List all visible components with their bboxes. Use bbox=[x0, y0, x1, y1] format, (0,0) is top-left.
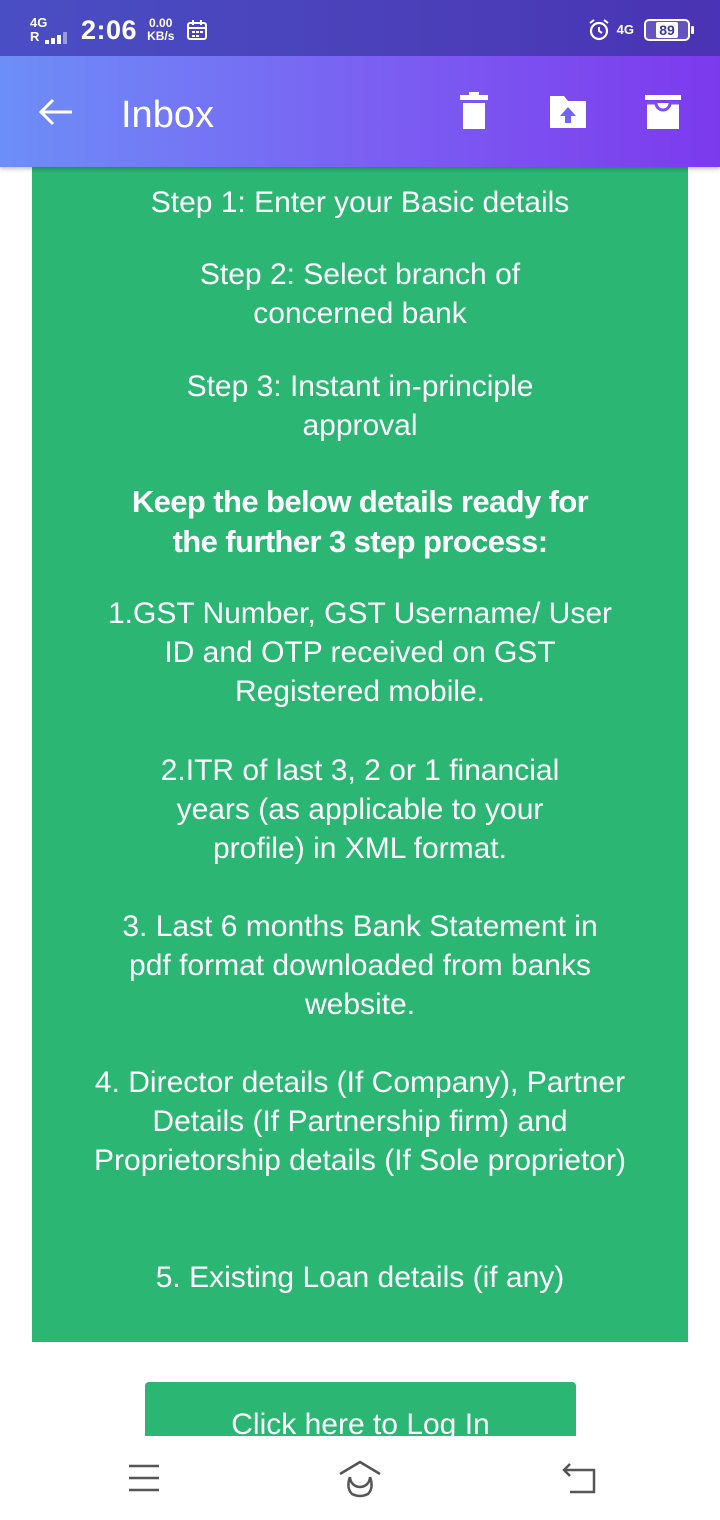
signal-icon bbox=[45, 32, 68, 44]
network-indicator: 4G R bbox=[30, 16, 71, 44]
back-icon[interactable] bbox=[560, 1458, 604, 1498]
app-bar: Inbox bbox=[0, 56, 720, 167]
page-title: Inbox bbox=[121, 94, 214, 136]
calendar-icon bbox=[187, 20, 208, 40]
network-type-right: 4G bbox=[616, 22, 634, 37]
status-bar: 4G R 2:06 0.00 KB/s 4G 89 bbox=[0, 0, 720, 56]
menu-icon[interactable] bbox=[125, 1458, 169, 1498]
delete-icon[interactable] bbox=[454, 92, 494, 132]
signal-row: R bbox=[30, 30, 71, 44]
step-2: Step 2: Select branch of concerned bank bbox=[199, 258, 521, 330]
system-nav-bar bbox=[0, 1436, 720, 1520]
details-heading: Keep the below details ready for the fur… bbox=[131, 484, 589, 559]
network-speed: 0.00 KB/s bbox=[147, 17, 174, 43]
network-type: 4G bbox=[30, 15, 48, 30]
step-3: Step 3: Instant in-principle approval bbox=[186, 370, 534, 442]
speed-unit: KB/s bbox=[147, 29, 175, 43]
battery-icon: 89 bbox=[644, 19, 694, 41]
info-panel: Step 1: Enter your Basic details Step 2:… bbox=[32, 150, 688, 1342]
login-button[interactable]: Click here to Log In bbox=[145, 1382, 576, 1442]
roaming-label: R bbox=[30, 29, 40, 44]
battery-level: 89 bbox=[656, 22, 678, 38]
status-right: 4G 89 bbox=[587, 14, 694, 46]
top-bar: 4G R 2:06 0.00 KB/s 4G 89 Inbox bbox=[0, 0, 720, 167]
status-left: 4G R 2:06 0.00 KB/s bbox=[30, 10, 208, 50]
back-arrow-icon[interactable] bbox=[36, 92, 76, 132]
requirement-item-5: 5. Existing Loan details (if any) bbox=[155, 1261, 565, 1294]
step-1: Step 1: Enter your Basic details bbox=[150, 186, 570, 219]
move-to-folder-icon[interactable] bbox=[548, 92, 588, 132]
requirement-item-3: 3. Last 6 months Bank Statement in pdf f… bbox=[122, 910, 598, 1021]
alarm-icon bbox=[589, 19, 609, 41]
archive-icon[interactable] bbox=[643, 92, 683, 132]
home-icon[interactable] bbox=[338, 1458, 382, 1498]
requirement-item-2: 2.ITR of last 3, 2 or 1 financial years … bbox=[160, 754, 560, 865]
status-time: 2:06 bbox=[81, 14, 138, 45]
requirement-item-1: 1.GST Number, GST Username/ User ID and … bbox=[107, 597, 613, 708]
requirement-item-4: 4. Director details (If Company), Partne… bbox=[94, 1066, 626, 1177]
